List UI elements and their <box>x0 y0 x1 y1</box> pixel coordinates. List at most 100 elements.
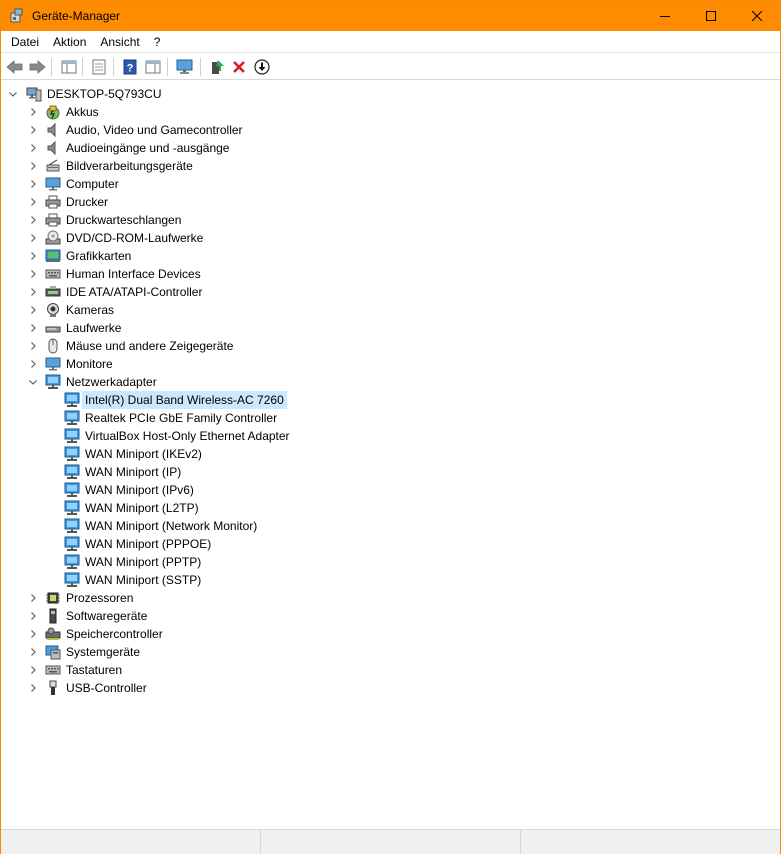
network-adapter-icon <box>64 428 80 444</box>
expand-toggle[interactable] <box>28 323 38 333</box>
expand-toggle[interactable] <box>28 647 38 657</box>
menu-ansicht[interactable]: Ansicht <box>93 31 146 53</box>
tree-item-label: USB-Controller <box>66 681 147 695</box>
usb-icon <box>49 680 57 695</box>
expand-toggle[interactable] <box>28 305 38 315</box>
network-adapter-item[interactable]: WAN Miniport (IP) <box>2 463 772 481</box>
tree-category[interactable]: Systemgeräte <box>2 643 772 661</box>
expand-toggle[interactable] <box>28 665 38 675</box>
expand-toggle[interactable] <box>28 125 38 135</box>
tree-item-label: Audioeingänge und -ausgänge <box>66 141 230 155</box>
expand-toggle[interactable] <box>28 161 38 171</box>
printer-icon <box>45 195 61 209</box>
menu-aktion[interactable]: Aktion <box>46 31 93 53</box>
device-manager-window: Geräte-Manager Datei Aktion Ansicht ? ? … <box>0 0 781 854</box>
network-adapter-item[interactable]: Intel(R) Dual Band Wireless-AC 7260 <box>2 391 772 409</box>
network-adapter-item[interactable]: WAN Miniport (SSTP) <box>2 571 772 589</box>
show-hide-tree-button[interactable] <box>58 57 80 77</box>
status-bar-cell <box>521 830 780 854</box>
keyboard-icon <box>45 662 61 678</box>
forward-button[interactable] <box>26 57 48 77</box>
tree-category[interactable]: Laufwerke <box>2 319 772 337</box>
tree-category[interactable]: Prozessoren <box>2 589 772 607</box>
tree-category[interactable]: Mäuse und andere Zeigegeräte <box>2 337 772 355</box>
tree-category[interactable]: Drucker <box>2 193 772 211</box>
scanner-icon <box>45 158 61 174</box>
tree-category[interactable]: Kameras <box>2 301 772 319</box>
menu-help[interactable]: ? <box>147 31 168 53</box>
expand-toggle[interactable] <box>28 269 38 279</box>
uninstall-device-button[interactable] <box>228 57 250 77</box>
update-driver-button[interactable] <box>206 57 228 77</box>
tree-item-label: WAN Miniport (L2TP) <box>85 501 199 515</box>
tree-category-network[interactable]: Netzwerkadapter <box>2 373 772 391</box>
tree-category[interactable]: IDE ATA/ATAPI-Controller <box>2 283 772 301</box>
maximize-button[interactable] <box>688 1 734 31</box>
expand-toggle[interactable] <box>28 251 38 261</box>
expand-toggle[interactable] <box>28 629 38 639</box>
expand-toggle[interactable] <box>28 179 38 189</box>
network-adapter-item[interactable]: WAN Miniport (L2TP) <box>2 499 772 517</box>
expand-toggle[interactable] <box>28 359 38 369</box>
scan-hardware-button[interactable] <box>174 57 196 77</box>
tree-category[interactable]: Softwaregeräte <box>2 607 772 625</box>
tree-item-label: Prozessoren <box>66 591 134 605</box>
network-adapter-icon <box>64 428 80 443</box>
tree-category[interactable]: Akkus <box>2 103 772 121</box>
chevron-right-icon <box>31 324 36 332</box>
close-button[interactable] <box>734 1 780 31</box>
device-tree[interactable]: DESKTOP-5Q793CU Akkus Audio, Video und Gam… <box>2 82 779 827</box>
tree-category[interactable]: Tastaturen <box>2 661 772 679</box>
network-adapter-icon <box>45 374 61 389</box>
tree-item-label: WAN Miniport (PPTP) <box>85 555 202 569</box>
expand-toggle[interactable] <box>28 287 38 297</box>
properties-button[interactable] <box>88 57 110 77</box>
chevron-right-icon <box>31 216 36 224</box>
expand-toggle[interactable] <box>28 593 38 603</box>
tree-item-label: WAN Miniport (IKEv2) <box>85 447 202 461</box>
tree-root[interactable]: DESKTOP-5Q793CU <box>2 85 772 103</box>
collapse-toggle[interactable] <box>8 89 18 99</box>
network-adapter-item[interactable]: Realtek PCIe GbE Family Controller <box>2 409 772 427</box>
tree-category[interactable]: Computer <box>2 175 772 193</box>
action-pane-button[interactable] <box>142 57 164 77</box>
tree-category[interactable]: Audio, Video und Gamecontroller <box>2 121 772 139</box>
expand-toggle[interactable] <box>28 215 38 225</box>
tree-category[interactable]: DVD/CD-ROM-Laufwerke <box>2 229 772 247</box>
window-title: Geräte-Manager <box>32 9 121 23</box>
back-button[interactable] <box>4 57 26 77</box>
network-adapter-item[interactable]: WAN Miniport (PPPOE) <box>2 535 772 553</box>
speaker-icon <box>45 140 61 156</box>
tree-category[interactable]: Audioeingänge und -ausgänge <box>2 139 772 157</box>
network-adapter-icon <box>45 374 61 390</box>
network-adapter-item[interactable]: WAN Miniport (IPv6) <box>2 481 772 499</box>
update-driver-icon <box>212 60 224 74</box>
disable-device-button[interactable] <box>251 57 273 77</box>
tree-category[interactable]: USB-Controller <box>2 679 772 697</box>
tree-category[interactable]: Monitore <box>2 355 772 373</box>
expand-toggle[interactable] <box>28 143 38 153</box>
expand-toggle[interactable] <box>28 683 38 693</box>
network-adapter-item[interactable]: WAN Miniport (IKEv2) <box>2 445 772 463</box>
expand-toggle[interactable] <box>28 107 38 117</box>
tree-category[interactable]: Bildverarbeitungsgeräte <box>2 157 772 175</box>
help-button[interactable]: ? <box>119 57 141 77</box>
expand-toggle[interactable] <box>28 197 38 207</box>
tree-category[interactable]: Druckwarteschlangen <box>2 211 772 229</box>
network-adapter-item[interactable]: WAN Miniport (PPTP) <box>2 553 772 571</box>
title-bar[interactable]: Geräte-Manager <box>1 1 780 31</box>
printer-icon <box>45 213 61 227</box>
tree-item-label: Computer <box>66 177 119 191</box>
expand-toggle[interactable] <box>28 341 38 351</box>
network-adapter-item[interactable]: VirtualBox Host-Only Ethernet Adapter <box>2 427 772 445</box>
menu-datei[interactable]: Datei <box>1 31 46 53</box>
network-adapter-item[interactable]: WAN Miniport (Network Monitor) <box>2 517 772 535</box>
tree-category[interactable]: Speichercontroller <box>2 625 772 643</box>
tree-category[interactable]: Grafikkarten <box>2 247 772 265</box>
maximize-icon <box>706 11 716 21</box>
minimize-button[interactable] <box>642 1 688 31</box>
collapse-toggle[interactable] <box>28 377 38 387</box>
expand-toggle[interactable] <box>28 611 38 621</box>
expand-toggle[interactable] <box>28 233 38 243</box>
tree-category[interactable]: Human Interface Devices <box>2 265 772 283</box>
